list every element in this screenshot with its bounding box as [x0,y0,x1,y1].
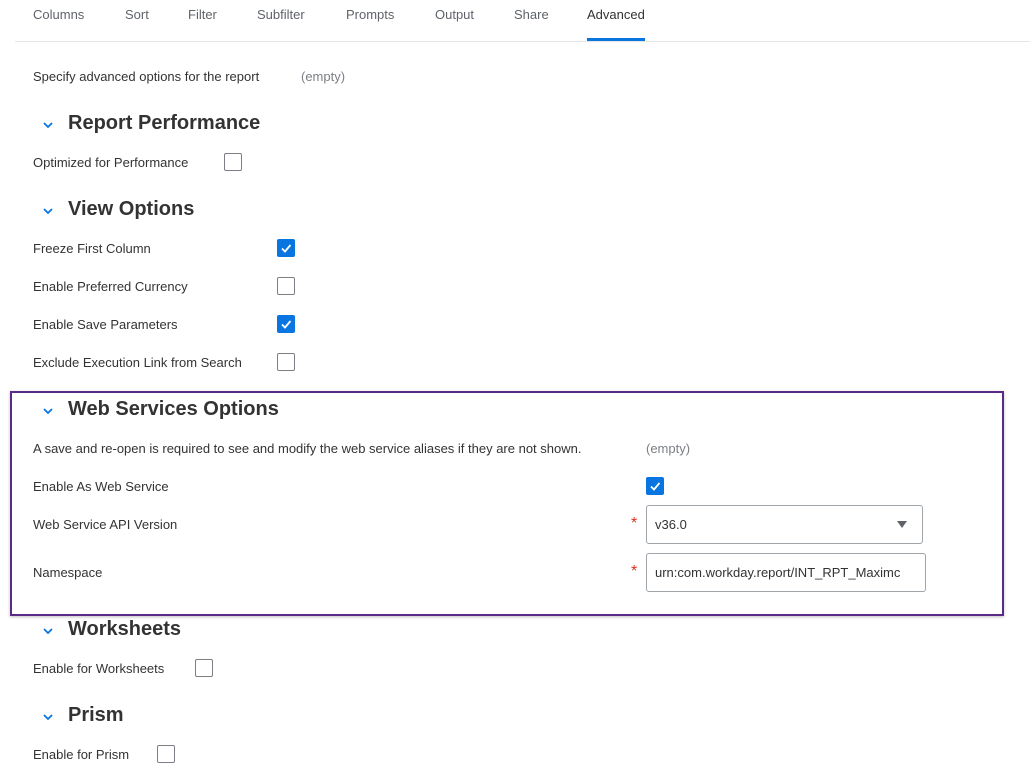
tab-subfilter[interactable]: Subfilter [257,7,305,22]
enable-prism-label: Enable for Prism [33,747,130,762]
optimized-performance-label: Optimized for Performance [33,155,189,170]
save-parameters-checkbox[interactable] [277,315,295,333]
active-tab-indicator [587,38,645,41]
enable-worksheets-label: Enable for Worksheets [33,661,165,676]
dropdown-arrow-icon [897,521,907,528]
freeze-first-column-checkbox[interactable] [277,239,295,257]
enable-prism-checkbox[interactable] [157,745,175,763]
enable-worksheets-checkbox[interactable] [195,659,213,677]
tab-sort[interactable]: Sort [125,7,149,22]
web-services-note: A save and re-open is required to see an… [33,441,582,456]
save-parameters-label: Enable Save Parameters [33,317,178,332]
section-title-view-options: View Options [68,198,195,220]
tab-advanced[interactable]: Advanced [587,7,645,22]
section-title-worksheets: Worksheets [68,618,182,640]
chevron-down-icon[interactable] [40,203,56,219]
exclude-execution-link-label: Exclude Execution Link from Search [33,355,242,370]
api-version-label: Web Service API Version [33,517,178,532]
chevron-down-icon[interactable] [40,117,56,133]
tab-prompts[interactable]: Prompts [346,7,394,22]
checkmark-icon [281,320,292,329]
web-services-note-empty-value: (empty) [646,441,691,456]
namespace-value: urn:com.workday.report/INT_RPT_Maximc [655,565,901,580]
exclude-execution-link-checkbox[interactable] [277,353,295,371]
section-title-prism: Prism [68,704,124,726]
enable-web-service-label: Enable As Web Service [33,479,169,494]
namespace-label: Namespace [33,565,103,580]
preferred-currency-checkbox[interactable] [277,277,295,295]
namespace-input[interactable]: urn:com.workday.report/INT_RPT_Maximc [646,553,926,592]
section-title-report-performance: Report Performance [68,112,261,134]
chevron-down-icon[interactable] [40,623,56,639]
api-version-value: v36.0 [655,517,687,532]
tab-columns[interactable]: Columns [33,7,84,22]
checkmark-icon [650,482,661,491]
freeze-first-column-label: Freeze First Column [33,241,151,256]
api-version-select[interactable]: v36.0 [646,505,923,544]
checkmark-icon [281,244,292,253]
intro-label: Specify advanced options for the report [33,69,260,84]
intro-empty-value: (empty) [301,69,346,84]
tab-output[interactable]: Output [435,7,474,22]
tab-filter[interactable]: Filter [188,7,217,22]
tab-bar: Columns Sort Filter Subfilter Prompts Ou… [15,0,1030,42]
namespace-required-mark: * [631,563,638,580]
enable-web-service-checkbox[interactable] [646,477,664,495]
api-version-required-mark: * [631,515,638,532]
optimized-performance-checkbox[interactable] [224,153,242,171]
preferred-currency-label: Enable Preferred Currency [33,279,188,294]
section-title-web-services: Web Services Options [68,398,279,420]
chevron-down-icon[interactable] [40,403,56,419]
chevron-down-icon[interactable] [40,709,56,725]
tab-share[interactable]: Share [514,7,549,22]
